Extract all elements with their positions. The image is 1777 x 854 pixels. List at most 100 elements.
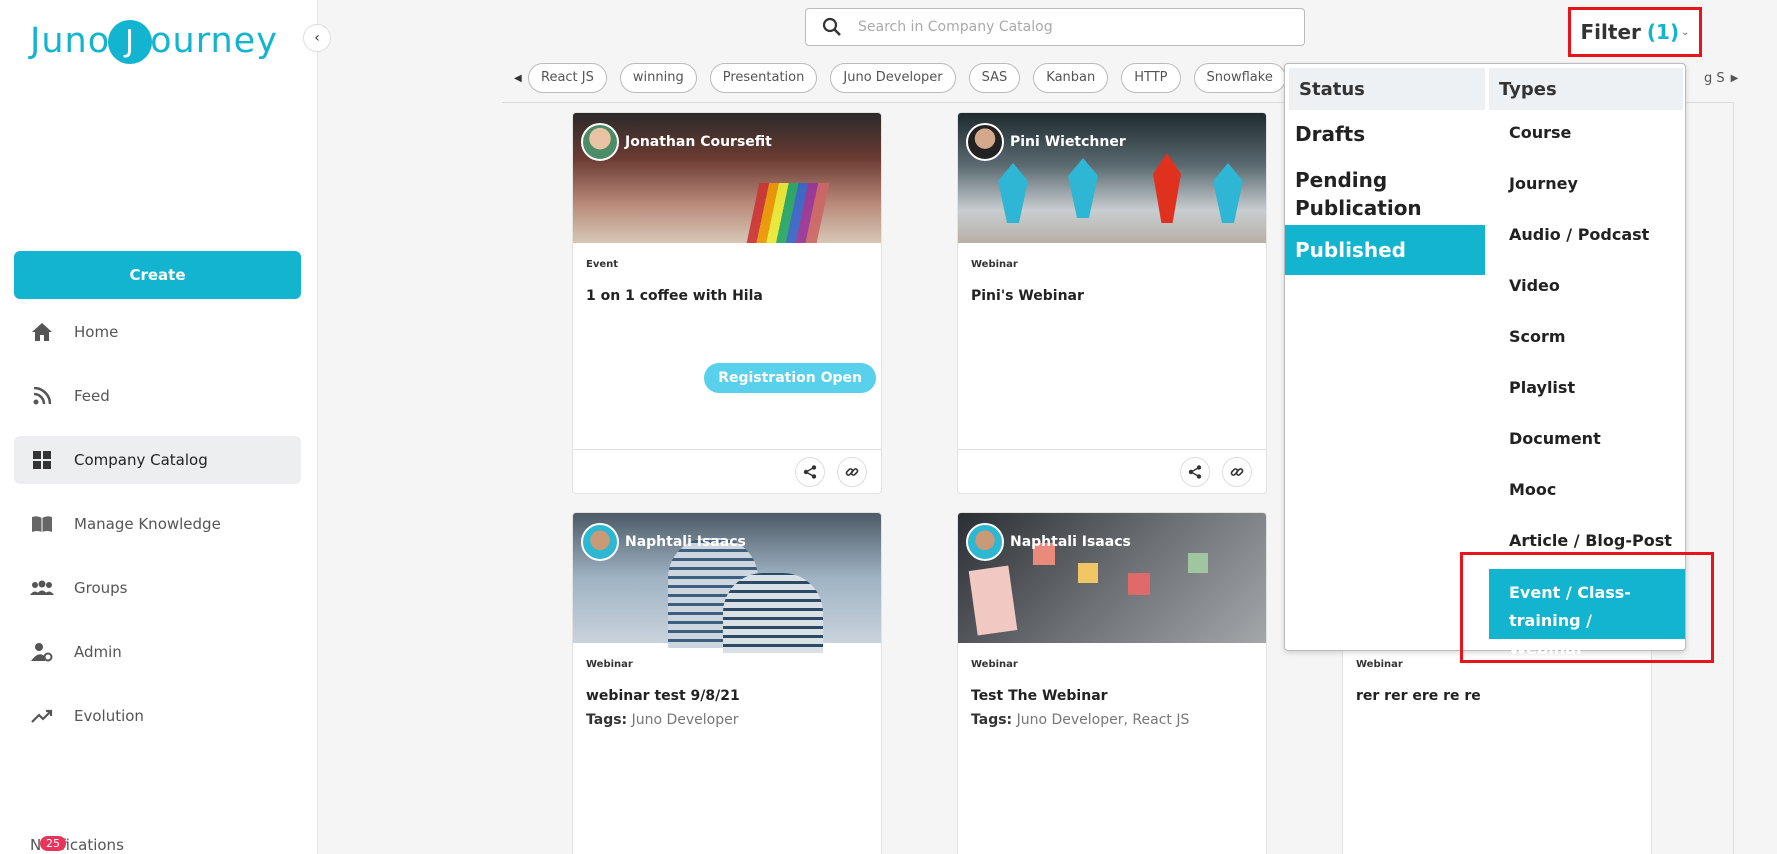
catalog-card[interactable]: Naphtali Isaacs Webinar webinar test 9/8… [572,512,882,854]
type-option-journey[interactable]: Journey [1509,174,1578,193]
type-option-video[interactable]: Video [1509,276,1560,295]
status-heading: Status [1289,68,1485,110]
create-button[interactable]: Create [14,251,301,299]
notification-count-badge: 25 [40,836,66,851]
tags-label: Tags: [971,712,1013,728]
card-footer [958,449,1266,493]
card-tags: Tags: Juno Developer [586,712,881,728]
avatar [581,123,619,161]
card-footer [573,449,881,493]
catalog-card[interactable]: Jonathan Coursefit Event 1 on 1 coffee w… [572,112,882,494]
sidebar-item-home[interactable]: Home [14,308,301,356]
tag-chip[interactable]: Kanban [1033,63,1109,93]
tag-chip[interactable]: SAS [968,63,1021,93]
type-option-article-blog-post[interactable]: Article / Blog-Post [1509,531,1672,550]
sidebar-item-company-catalog[interactable]: Company Catalog [14,436,301,484]
status-option-pending-publication[interactable]: Pending Publication [1285,166,1475,222]
card-title: Test The Webinar [971,688,1108,704]
type-option-playlist[interactable]: Playlist [1509,378,1575,397]
tags-scroll-right-icon[interactable]: ▶ [1731,73,1739,84]
card-title: webinar test 9/8/21 [586,688,740,704]
sidebar-item-label: Home [74,323,119,341]
filter-count: (1) [1646,20,1680,44]
search-icon [806,17,858,37]
search-input[interactable] [858,19,1304,35]
tag-chip[interactable]: Snowflake [1193,63,1286,93]
share-button[interactable] [1180,457,1210,487]
logo-text-post: ourney [150,21,278,61]
tags-value: Juno Developer, React JS [1016,712,1190,728]
link-icon [845,468,859,476]
card-tags: Tags: Juno Developer, React JS [971,712,1266,728]
tag-chip[interactable]: Presentation [709,63,818,93]
grid-icon [30,448,54,472]
author-name: Naphtali Isaacs [625,534,746,550]
tag-chip[interactable]: React JS [528,63,607,93]
tag-chip[interactable]: winning [619,63,697,93]
chevron-down-icon: ⌄ [1681,26,1690,38]
filter-button[interactable]: Filter (1) ⌄ [1568,7,1702,57]
status-option-drafts[interactable]: Drafts [1285,122,1485,146]
collapse-sidebar-button[interactable]: ‹ [303,24,331,52]
share-button[interactable] [795,457,825,487]
card-cover-image: Naphtali Isaacs [958,513,1266,643]
sidebar-nav: Home Feed Company Catalog Manage Knowled… [14,308,301,756]
type-option-document[interactable]: Document [1509,429,1601,448]
sidebar-item-label: Evolution [74,707,144,725]
card-cover-image: Naphtali Isaacs [573,513,881,653]
sidebar-item-admin[interactable]: Admin [14,628,301,676]
share-icon [1188,465,1202,479]
tags-scroll-left-icon[interactable]: ◀ [514,73,528,84]
tag-chip[interactable]: Juno Developer [830,63,956,93]
tags-value: Juno Developer [631,712,739,728]
copy-link-button[interactable] [837,457,867,487]
card-author: Jonathan Coursefit [581,123,772,161]
catalog-card[interactable]: Naphtali Isaacs Webinar Test The Webinar… [957,512,1267,854]
book-icon [30,512,54,536]
link-icon [1230,468,1244,476]
avatar [966,123,1004,161]
sidebar-item-label: Feed [74,387,110,405]
filter-dropdown: Status Types Drafts Pending Publication … [1284,63,1686,658]
card-title: Pini's Webinar [971,288,1084,304]
filter-label: Filter [1580,20,1641,44]
sidebar-item-feed[interactable]: Feed [14,372,301,420]
card-type: Webinar [1356,659,1403,670]
status-option-published[interactable]: Published [1285,225,1485,275]
card-title: 1 on 1 coffee with Hila [586,288,763,304]
author-name: Jonathan Coursefit [625,134,772,150]
tag-chip-partial[interactable]: g S [1704,71,1725,86]
avatar [966,523,1004,561]
tag-chip[interactable]: HTTP [1121,63,1181,93]
share-icon [803,465,817,479]
copy-link-button[interactable] [1222,457,1252,487]
card-cover-image: Pini Wietchner [958,113,1266,243]
type-option-mooc[interactable]: Mooc [1509,480,1556,499]
card-type: Webinar [586,659,633,670]
tags-label: Tags: [586,712,628,728]
card-author: Naphtali Isaacs [966,523,1131,561]
types-heading: Types [1489,68,1683,110]
author-name: Pini Wietchner [1010,134,1126,150]
search-bar [805,8,1305,46]
sidebar-item-label: Manage Knowledge [74,515,221,533]
sidebar-item-evolution[interactable]: Evolution [14,692,301,740]
trending-up-icon [30,704,54,728]
logo-text-pre: Juno [30,21,111,61]
card-author: Naphtali Isaacs [581,523,746,561]
catalog-card[interactable]: Pini Wietchner Webinar Pini's Webinar [957,112,1267,494]
sidebar-item-groups[interactable]: Groups [14,564,301,612]
sidebar-item-label: Company Catalog [74,451,208,469]
rss-icon [30,384,54,408]
type-option-event-class-training-webinar[interactable]: Event / Class-training / Webinar [1489,569,1685,658]
type-option-course[interactable]: Course [1509,123,1571,142]
card-type: Event [586,259,619,270]
card-cover-image: Jonathan Coursefit [573,113,881,243]
juno-journey-logo[interactable]: Juno Journey [30,20,278,64]
author-name: Naphtali Isaacs [1010,534,1131,550]
sidebar-item-label: Groups [74,579,128,597]
type-option-audio-podcast[interactable]: Audio / Podcast [1509,225,1649,244]
logo-j-icon: J [108,20,153,64]
type-option-scorm[interactable]: Scorm [1509,327,1566,346]
sidebar-item-manage-knowledge[interactable]: Manage Knowledge [14,500,301,548]
